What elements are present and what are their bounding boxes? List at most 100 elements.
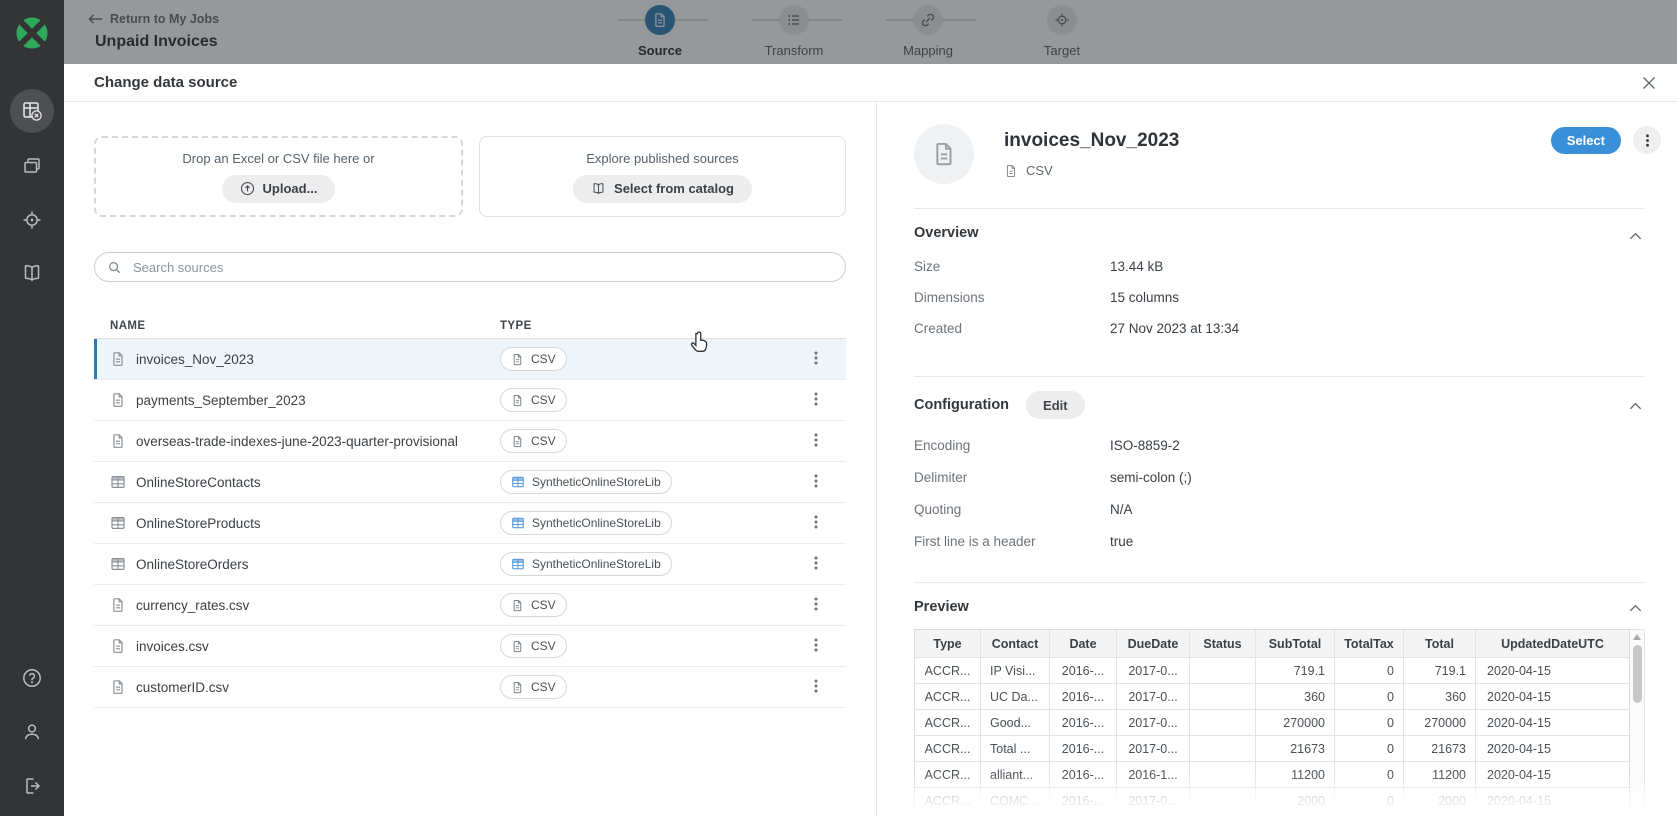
sidebar-item-catalog[interactable] [10,251,54,295]
csv-file-icon [511,394,524,407]
sidebar-item-data-sources[interactable] [10,89,54,133]
preview-cell [1190,658,1256,683]
edit-button[interactable]: Edit [1026,391,1085,419]
sidebar-item-help[interactable] [10,656,54,700]
close-icon[interactable] [1641,75,1657,91]
detail-row: First line is a header true [914,525,1645,557]
source-row[interactable]: overseas-trade-indexes-june-2023-quarter… [94,421,846,462]
chevron-up-icon[interactable] [1628,399,1643,414]
source-row[interactable]: currency_rates.csv CSV [94,585,846,626]
row-kebab-menu-icon[interactable] [808,596,826,614]
preview-cell: ACCR... [915,658,981,683]
preview-cell: 0 [1335,684,1404,709]
preview-cell [1190,710,1256,735]
preview-cell: 2020-04-15 [1476,736,1629,761]
preview-column-header: Date [1050,630,1117,657]
preview-scrollbar[interactable] [1630,629,1645,814]
clover-logo-icon[interactable] [14,15,50,51]
preview-cell: 2016-... [1050,788,1117,813]
scroll-up-icon[interactable] [1633,634,1641,640]
chevron-up-icon[interactable] [1628,601,1643,616]
row-kebab-menu-icon[interactable] [808,555,826,573]
source-row[interactable]: OnlineStoreOrders SyntheticOnlineStoreLi… [94,544,846,585]
sidebar-item-logout[interactable] [10,764,54,808]
type-badge: CSV [500,347,567,371]
preview-cell: 2017-0... [1117,684,1190,709]
more-actions-button[interactable] [1633,126,1661,154]
source-name: currency_rates.csv [136,598,249,613]
preview-section: Preview TypeContactDateDueDateStatusSubT… [914,582,1645,814]
source-details-pane: invoices_Nov_2023 CSV Select Overview [878,102,1677,816]
preview-cell: 2016-... [1050,736,1117,761]
chevron-up-icon[interactable] [1628,229,1643,244]
type-badge: SyntheticOnlineStoreLib [500,470,672,494]
source-row[interactable]: invoices_Nov_2023 CSV [94,339,846,380]
preview-cell: 2017-0... [1117,736,1190,761]
preview-title: Preview [914,599,969,615]
row-kebab-menu-icon[interactable] [808,350,826,368]
source-row[interactable]: customerID.csv CSV [94,667,846,708]
preview-cell: 0 [1335,658,1404,683]
preview-cell: 2016-... [1050,684,1117,709]
row-kebab-menu-icon[interactable] [808,432,826,450]
library-table-icon [511,516,525,530]
modal-title: Change data source [94,74,237,91]
detail-label: Created [914,321,1110,336]
source-row[interactable]: OnlineStoreContacts SyntheticOnlineStore… [94,462,846,503]
catalog-book-icon [591,181,606,196]
source-row[interactable]: invoices.csv CSV [94,626,846,667]
column-header-type: TYPE [500,320,846,332]
preview-column-header: Total [1404,630,1476,657]
source-name: OnlineStoreContacts [136,475,261,490]
row-kebab-menu-icon[interactable] [808,473,826,491]
preview-cell: 2020-04-15 [1476,710,1629,735]
configuration-section: Configuration Edit Encoding ISO-8859-2 D… [914,376,1645,582]
source-row[interactable]: payments_September_2023 CSV [94,380,846,421]
sidebar-item-projects[interactable] [10,144,54,188]
csv-file-icon [511,435,524,448]
detail-label: Dimensions [914,290,1110,305]
search-input[interactable] [131,259,833,276]
preview-cell: 2016-1... [1117,762,1190,787]
source-row[interactable]: OnlineStoreProducts SyntheticOnlineStore… [94,503,846,544]
row-kebab-menu-icon[interactable] [808,678,826,696]
preview-cell: 11200 [1404,762,1476,787]
scrollbar-thumb[interactable] [1633,645,1642,703]
configuration-title: Configuration [914,397,1009,413]
preview-header-row: TypeContactDateDueDateStatusSubTotalTota… [915,630,1629,658]
detail-label: Quoting [914,502,1110,517]
source-name: customerID.csv [136,680,229,695]
upload-button[interactable]: Upload... [222,175,336,203]
row-kebab-menu-icon[interactable] [808,637,826,655]
select-from-catalog-button[interactable]: Select from catalog [573,175,752,203]
detail-row: Quoting N/A [914,493,1645,525]
source-name: OnlineStoreProducts [136,516,261,531]
folder-icon [21,155,43,177]
detail-value: 27 Nov 2023 at 13:34 [1110,321,1239,336]
detail-row: Dimensions 15 columns [914,282,1645,313]
select-button[interactable]: Select [1551,127,1621,154]
preview-cell: 360 [1256,684,1335,709]
source-format: CSV [1026,163,1053,178]
preview-row: ACCR...Good...2016-...2017-0...270000027… [915,710,1629,736]
user-icon [21,721,43,743]
sidebar-item-account[interactable] [10,710,54,754]
detail-value: semi-colon (;) [1110,470,1192,485]
row-kebab-menu-icon[interactable] [808,514,826,532]
overview-section: Overview Size 13.44 kB Dimensions 15 col… [914,208,1645,376]
source-name: invoices_Nov_2023 [136,352,254,367]
preview-column-header: UpdatedDateUTC [1476,630,1629,657]
change-data-source-modal: Change data source Drop an Excel or CSV … [64,64,1677,816]
data-grid-icon [21,100,43,122]
library-table-icon [511,475,525,489]
sidebar-item-targets[interactable] [10,198,54,242]
file-dropzone[interactable]: Drop an Excel or CSV file here or Upload… [94,136,463,217]
file-icon [110,351,126,367]
preview-cell [1190,684,1256,709]
source-name: overseas-trade-indexes-june-2023-quarter… [136,434,458,449]
type-badge: SyntheticOnlineStoreLib [500,552,672,576]
row-kebab-menu-icon[interactable] [808,391,826,409]
preview-row: ACCR...UC Da...2016-...2017-0...36003602… [915,684,1629,710]
type-badge: CSV [500,429,567,453]
preview-cell: 2020-04-15 [1476,762,1629,787]
